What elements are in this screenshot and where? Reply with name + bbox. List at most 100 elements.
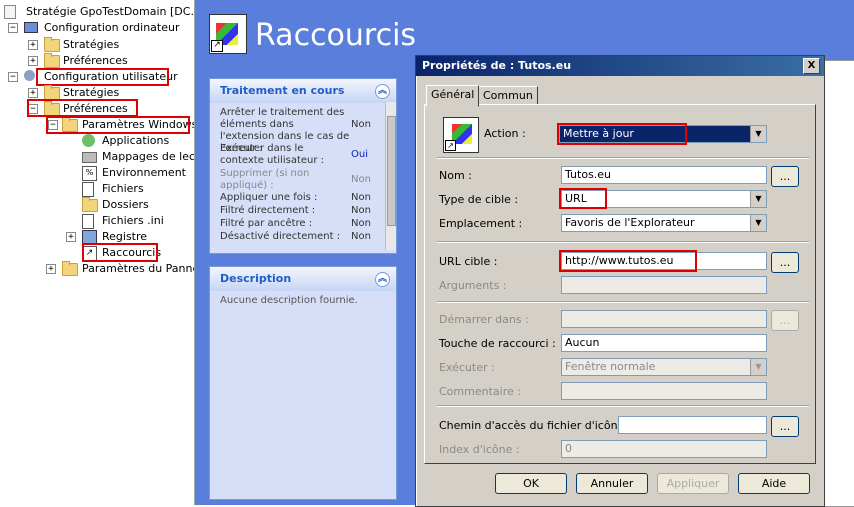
separator xyxy=(437,241,809,243)
expand-icon[interactable]: + xyxy=(66,232,76,242)
row-label: Filtré directement : xyxy=(220,205,316,216)
tree-label: Stratégies xyxy=(63,38,120,51)
ini-file-icon xyxy=(82,214,94,229)
chevron-down-icon[interactable]: ▼ xyxy=(750,191,766,207)
processing-panel-title: Traitement en cours xyxy=(220,84,345,97)
folder-icon xyxy=(44,53,60,68)
highlight-box xyxy=(82,243,158,262)
processing-row: Appliquer une fois : Non xyxy=(220,192,371,205)
description-panel-body: Aucune description fournie. xyxy=(210,291,396,499)
properties-dialog: Propriétés de : Tutos.eu X Général Commu… xyxy=(415,55,825,507)
row-label: Supprimer (si non appliqué) : xyxy=(220,168,310,191)
shortcut-icon: ↗ xyxy=(443,117,479,153)
start-in-browse-button[interactable]: ... xyxy=(771,310,799,331)
tree-root-label: Stratégie GpoTestDomain [DC.MYD xyxy=(26,5,194,18)
tab-common[interactable]: Commun xyxy=(478,86,538,105)
icon-path-field[interactable] xyxy=(618,416,767,434)
processing-row: Supprimer (si non appliqué) : Non xyxy=(220,168,371,192)
row-label: Exécuter dans le contexte utilisateur : xyxy=(220,143,325,166)
tree-label: Configuration ordinateur xyxy=(44,21,180,34)
row-value: Non xyxy=(351,218,371,229)
tree-label: Paramètres du Pannea xyxy=(82,262,195,275)
separator xyxy=(437,157,809,159)
scrollbar-thumb[interactable] xyxy=(387,116,396,226)
scrollbar[interactable] xyxy=(385,102,396,250)
tab-general[interactable]: Général xyxy=(426,85,480,107)
ok-button[interactable]: OK xyxy=(495,473,567,494)
processing-panel-header[interactable]: Traitement en cours ︽ xyxy=(210,79,396,103)
target-type-label: Type de cible : xyxy=(439,193,519,206)
separator xyxy=(437,301,809,303)
arguments-field[interactable] xyxy=(561,276,767,294)
dialog-titlebar[interactable]: Propriétés de : Tutos.eu X xyxy=(416,56,824,76)
folder-icon xyxy=(44,37,60,52)
location-label: Emplacement : xyxy=(439,217,523,230)
description-panel: Description ︽ Aucune description fournie… xyxy=(209,266,397,500)
close-button[interactable]: X xyxy=(803,58,820,74)
highlight-box xyxy=(559,188,607,209)
name-browse-button[interactable]: ... xyxy=(771,166,799,187)
shortcut-key-label: Touche de raccourci : xyxy=(439,337,556,350)
processing-row: Exécuter dans le contexte utilisateur : … xyxy=(220,143,368,168)
row-value: Oui xyxy=(351,149,368,160)
name-label: Nom : xyxy=(439,169,472,182)
expand-icon[interactable]: + xyxy=(46,264,56,274)
chevron-down-icon[interactable]: ▼ xyxy=(750,126,766,142)
cancel-button[interactable]: Annuler xyxy=(576,473,648,494)
processing-panel: Traitement en cours ︽ Arrêter le traitem… xyxy=(209,78,397,254)
page-title: Raccourcis xyxy=(255,18,417,53)
processing-row: Arrêter le traitement des éléments dans … xyxy=(220,107,371,154)
description-panel-header[interactable]: Description ︽ xyxy=(210,267,396,291)
target-url-label: URL cible : xyxy=(439,255,498,268)
policy-icon xyxy=(4,5,16,19)
highlight-box xyxy=(559,250,697,272)
start-in-field[interactable] xyxy=(561,310,767,328)
computer-icon xyxy=(24,22,38,33)
apply-button[interactable]: Appliquer xyxy=(657,473,729,494)
icon-index-field[interactable]: 0 xyxy=(561,440,767,458)
expand-icon[interactable]: + xyxy=(28,40,38,50)
processing-row: Filtré directement : Non xyxy=(220,205,371,218)
collapse-icon[interactable]: − xyxy=(8,23,18,33)
expand-icon[interactable]: + xyxy=(28,88,38,98)
target-url-browse-button[interactable]: ... xyxy=(771,252,799,273)
icon-index-value: 0 xyxy=(565,442,572,455)
folder-icon xyxy=(62,261,78,276)
tree-label: Fichiers xyxy=(102,182,144,195)
name-field[interactable]: Tutos.eu xyxy=(561,166,767,184)
folder-icon xyxy=(82,197,98,212)
shortcut-key-field[interactable]: Aucun xyxy=(561,334,767,352)
tree-label: Dossiers xyxy=(102,198,149,211)
description-panel-title: Description xyxy=(220,272,292,285)
user-icon xyxy=(24,70,35,81)
tab-general-content: ↗ Action : Mettre à jour ▼ Nom : Tutos.e… xyxy=(424,104,816,464)
row-value: Non xyxy=(351,119,371,130)
icon-index-label: Index d'icône : xyxy=(439,443,520,456)
dialog-title: Propriétés de : Tutos.eu xyxy=(422,59,572,72)
run-value: Fenêtre normale xyxy=(565,360,656,373)
highlight-box xyxy=(36,68,169,86)
location-select[interactable]: Favoris de l'Explorateur ▼ xyxy=(561,214,767,232)
drive-icon xyxy=(82,152,97,163)
icon-path-label: Chemin d'accès du fichier d'icône : xyxy=(439,419,632,432)
collapse-chevron-icon[interactable]: ︽ xyxy=(375,84,390,99)
environment-icon: % xyxy=(82,166,97,181)
help-button[interactable]: Aide xyxy=(738,473,810,494)
processing-panel-body: Arrêter le traitement des éléments dans … xyxy=(210,103,396,253)
comment-field[interactable] xyxy=(561,382,767,400)
separator xyxy=(437,405,809,407)
run-select[interactable]: Fenêtre normale ▼ xyxy=(561,358,767,376)
chevron-down-icon[interactable]: ▼ xyxy=(750,215,766,231)
chevron-down-icon[interactable]: ▼ xyxy=(750,359,766,375)
comment-label: Commentaire : xyxy=(439,385,521,398)
expand-icon[interactable]: + xyxy=(28,56,38,66)
icon-path-browse-button[interactable]: ... xyxy=(771,416,799,437)
start-in-label: Démarrer dans : xyxy=(439,313,529,326)
tree-pane: Stratégie GpoTestDomain [DC.MYD − Config… xyxy=(0,0,195,505)
collapse-chevron-icon[interactable]: ︽ xyxy=(375,272,390,287)
collapse-icon[interactable]: − xyxy=(8,72,18,82)
tree-label: Mappages de lecte xyxy=(102,150,195,163)
tree-label: Préférences xyxy=(63,54,128,67)
tree-label: Fichiers .ini xyxy=(102,214,164,227)
row-label: Désactivé directement : xyxy=(220,231,341,242)
